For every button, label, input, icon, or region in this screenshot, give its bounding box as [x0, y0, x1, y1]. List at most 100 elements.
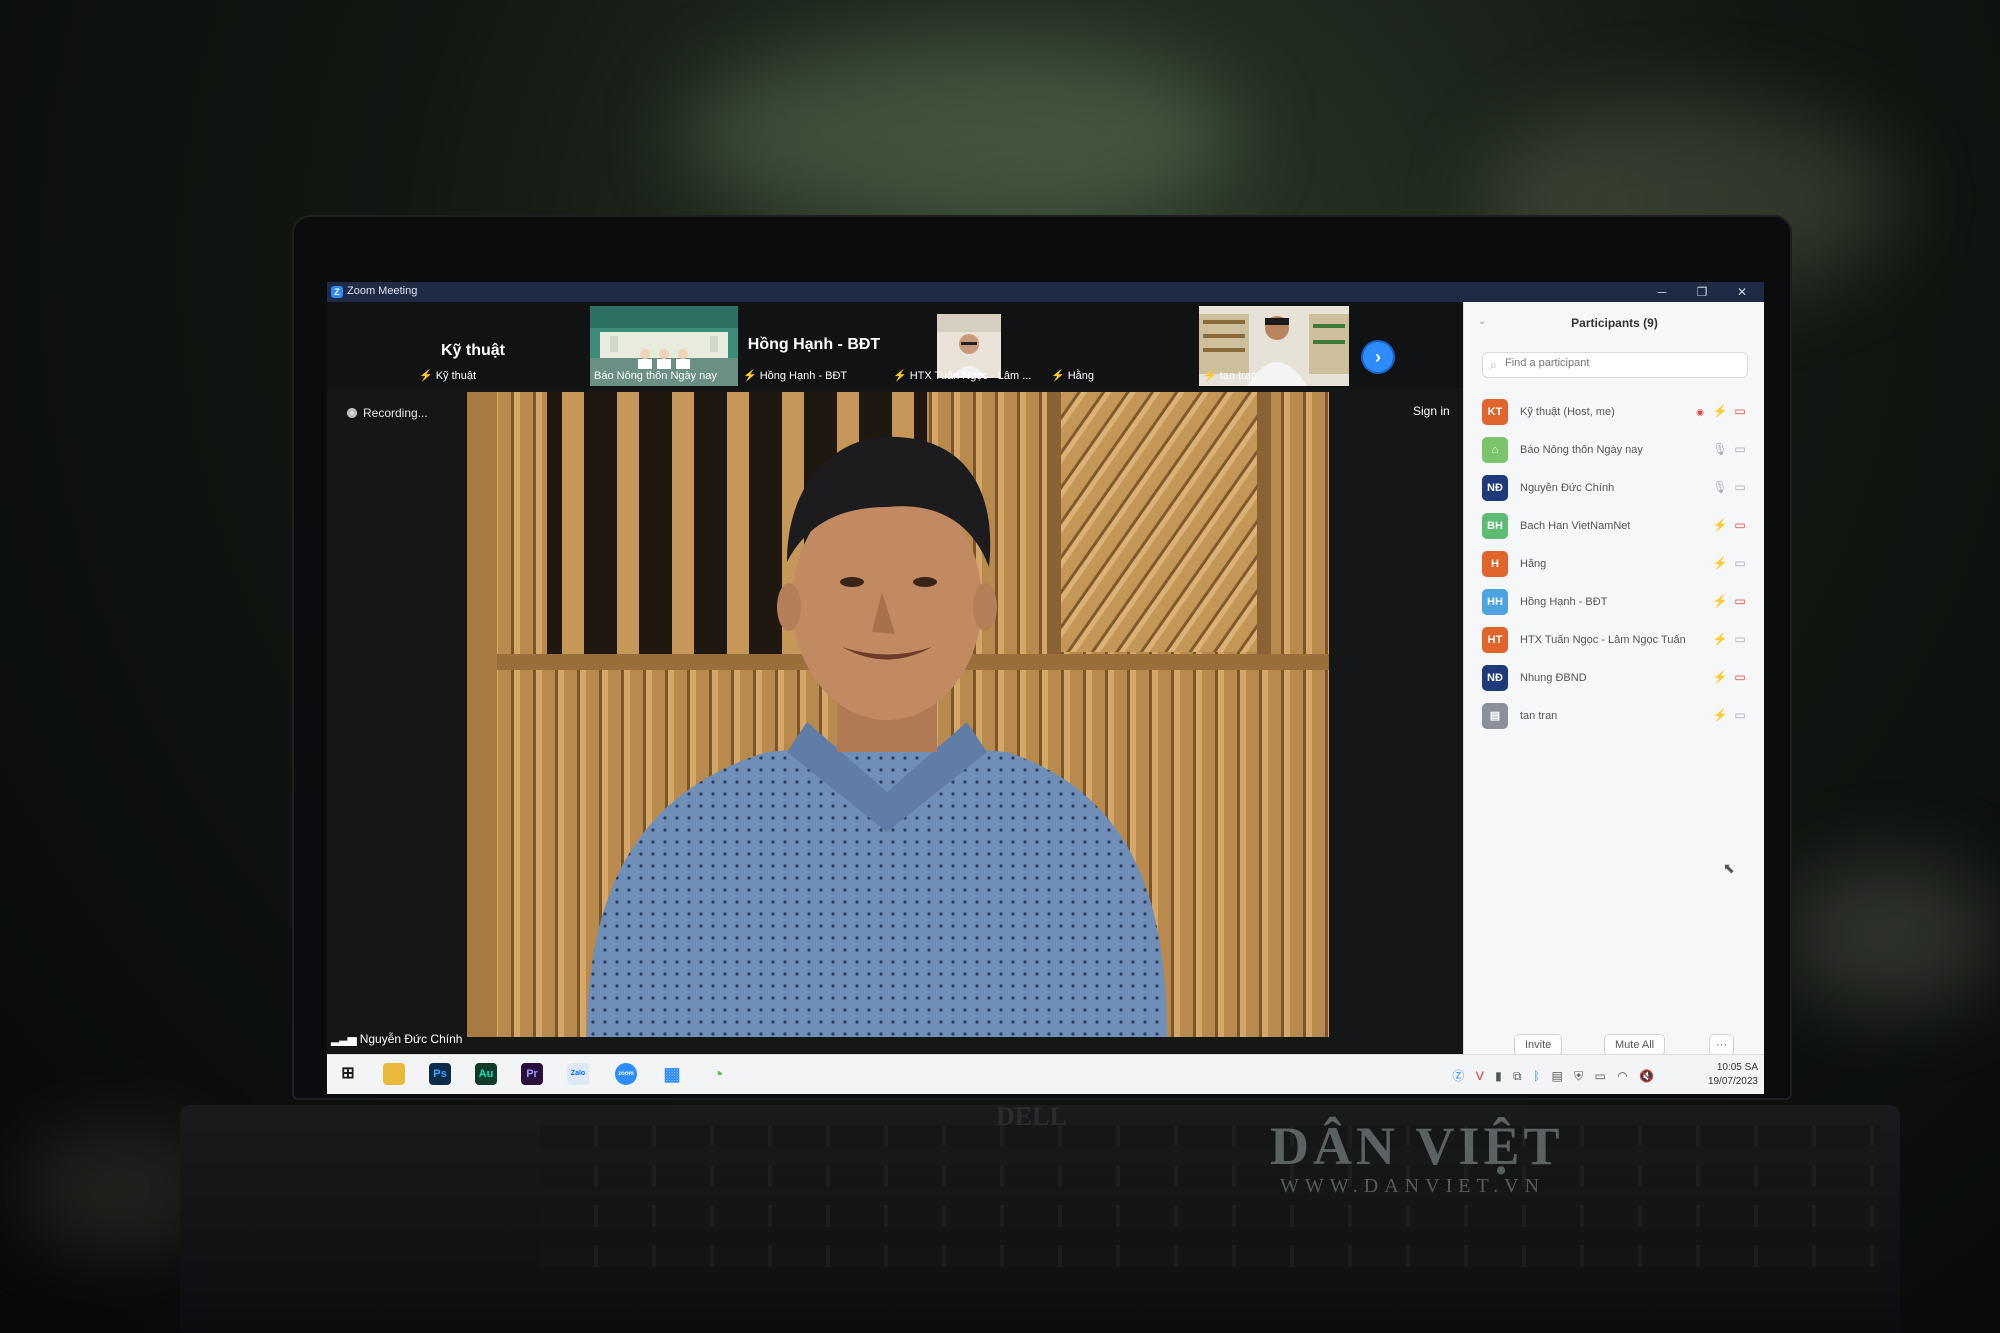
zalo-icon[interactable]: Zalo [567, 1063, 589, 1085]
avatar: NĐ [1482, 665, 1508, 691]
security-shield-icon[interactable]: ⛨ [1574, 1069, 1583, 1083]
thumbnail-tile[interactable]: Kỹ thuật ⚡ Kỹ thuật [415, 306, 531, 386]
participant-row[interactable]: BH Bach Han VietNamNet ⚡ ▭ [1482, 508, 1752, 546]
participant-name: tan tran [1520, 710, 1558, 722]
video-icon[interactable]: ▭ [1732, 480, 1748, 494]
search-icon: ⌕ [1490, 358, 1497, 372]
system-tray: Ⓩ V ▮ ⧉ ᛒ ▤ ⛨ ▭ ◠ 🔇 [1444, 1067, 1654, 1084]
video-icon[interactable]: ▭ [1732, 632, 1748, 646]
mic-muted-icon[interactable]: ⚡ [1712, 670, 1728, 684]
battery-icon[interactable]: ▭ [1595, 1069, 1606, 1083]
chat-icon[interactable]: ▤ [1551, 1069, 1562, 1083]
participant-row[interactable]: ⌂ Báo Nông thôn Ngày nay 🎙 ▭ [1482, 432, 1752, 470]
next-page-button[interactable]: › [1363, 342, 1393, 372]
clock-date: 19/07/2023 [1707, 1076, 1758, 1087]
mouse-cursor: ⬉ [1723, 860, 1735, 876]
audition-icon[interactable]: Au [475, 1063, 497, 1085]
search-input[interactable] [1505, 357, 1735, 369]
participant-status: ◉ ⚡ ▭ [1688, 404, 1748, 418]
video-off-icon[interactable]: ▭ [1732, 404, 1748, 418]
mic-muted-icon: ⚡ [419, 370, 433, 382]
participant-status: 🎙 ▭ [1708, 442, 1748, 456]
video-icon[interactable]: ▭ [1732, 442, 1748, 456]
thumbnail-tile[interactable]: ⚡ HTX Tuấn Ngọc - Lâm ... [889, 306, 1031, 386]
thumbnail-tile[interactable]: Báo Nông thôn Ngày nay [590, 306, 738, 386]
thumbnail-tile[interactable]: ⚡ tan tran [1199, 306, 1349, 386]
participant-search[interactable]: ⌕ [1482, 352, 1748, 378]
avatar: KT [1482, 399, 1508, 425]
video-off-icon[interactable]: ▭ [1732, 670, 1748, 684]
mic-muted-icon[interactable]: ⚡ [1712, 404, 1728, 418]
close-button[interactable]: ✕ [1722, 283, 1762, 301]
zoom-app-icon: Z [331, 286, 343, 298]
mic-muted-icon[interactable]: ⚡ [1712, 632, 1728, 646]
avatar: NĐ [1482, 475, 1508, 501]
video-icon[interactable]: ▭ [1732, 708, 1748, 722]
participant-row[interactable]: HT HTX Tuấn Ngọc - Lâm Ngọc Tuấn ⚡ ▭ [1482, 622, 1752, 660]
avatar: ⌂ [1482, 437, 1508, 463]
avatar: HT [1482, 627, 1508, 653]
avatar: HH [1482, 589, 1508, 615]
participant-row[interactable]: HH Hồng Hạnh - BĐT ⚡ ▭ [1482, 584, 1752, 622]
antivirus-icon[interactable]: V [1476, 1069, 1484, 1083]
participant-row[interactable]: KT Kỹ thuật (Host, me) ◉ ⚡ ▭ [1482, 394, 1752, 432]
mic-muted-icon: ⚡ [1051, 370, 1065, 382]
volume-muted-icon[interactable]: 🔇 [1639, 1069, 1654, 1083]
invite-button[interactable]: Invite [1514, 1034, 1563, 1056]
participant-status: ⚡ ▭ [1708, 670, 1748, 684]
participant-status: ⚡ ▭ [1708, 594, 1748, 608]
participant-status: ⚡ ▭ [1708, 632, 1748, 646]
zoom-tray-icon[interactable]: Ⓩ [1452, 1069, 1464, 1083]
sign-in-link[interactable]: Sign in [1413, 404, 1450, 418]
system-clock[interactable]: 10:05 SA 19/07/2023 [1688, 1061, 1758, 1089]
more-options-button[interactable]: ··· [1709, 1034, 1734, 1056]
maximize-button[interactable]: ❐ [1682, 283, 1722, 301]
zoom-icon[interactable]: zoom [615, 1063, 637, 1085]
apps-grid-icon[interactable]: ▦ [661, 1063, 683, 1085]
participant-row[interactable]: NĐ Nguyễn Đức Chính 🎙 ▭ [1482, 470, 1752, 508]
keyboard-row [540, 1205, 1880, 1227]
speaker-video-frame [467, 392, 1329, 1037]
participant-row[interactable]: H Hằng ⚡ ▭ [1482, 546, 1752, 584]
participant-row[interactable]: NĐ Nhung ĐBND ⚡ ▭ [1482, 660, 1752, 698]
photoshop-icon[interactable]: Ps [429, 1063, 451, 1085]
coc-coc-icon[interactable]: ◔ [707, 1063, 729, 1085]
tile-name: Hồng Hạnh - BĐT [747, 336, 881, 353]
file-explorer-icon[interactable] [383, 1063, 405, 1085]
usb-icon[interactable]: ▮ [1495, 1069, 1502, 1083]
mic-muted-icon[interactable]: ⚡ [1712, 518, 1728, 532]
tile-name: Kỹ thuật [441, 342, 505, 359]
bluetooth-icon[interactable]: ᛒ [1533, 1069, 1540, 1083]
participant-name: Hằng [1520, 558, 1547, 570]
mic-muted-icon: ⚡ [743, 370, 757, 382]
participant-row[interactable]: ▤ tan tran ⚡ ▭ [1482, 698, 1752, 736]
mic-muted-icon[interactable]: ⚡ [1712, 556, 1728, 570]
participant-status: 🎙 ▭ [1708, 480, 1748, 494]
participant-name: Nguyễn Đức Chính [1520, 482, 1615, 494]
participant-status: ⚡ ▭ [1708, 556, 1748, 570]
mic-muted-icon[interactable]: ⚡ [1712, 594, 1728, 608]
participant-name: Báo Nông thôn Ngày nay [1520, 444, 1643, 456]
premiere-icon[interactable]: Pr [521, 1063, 543, 1085]
thumbnail-tile[interactable]: ⚡ Hằng [1047, 306, 1167, 386]
wifi-icon[interactable]: ◠ [1617, 1069, 1627, 1083]
mic-muted-icon[interactable]: ⚡ [1712, 708, 1728, 722]
mute-all-button[interactable]: Mute All [1604, 1034, 1666, 1056]
video-off-icon[interactable]: ▭ [1732, 594, 1748, 608]
avatar: BH [1482, 513, 1508, 539]
minimize-button[interactable]: ─ [1642, 283, 1682, 301]
mic-icon[interactable]: 🎙 [1712, 442, 1728, 456]
connection-strength-icon: ▂▃▅ [331, 1032, 357, 1046]
video-off-icon[interactable]: ▭ [1732, 518, 1748, 532]
windows-start-icon[interactable]: ⊞ [337, 1063, 359, 1085]
video-icon[interactable]: ▭ [1732, 556, 1748, 570]
keyboard-row [540, 1245, 1880, 1267]
participants-title: Participants (9) [1571, 316, 1658, 330]
recording-indicator[interactable]: Recording... [347, 406, 428, 420]
background-light [1780, 860, 2000, 1010]
mic-icon[interactable]: 🎙 [1712, 480, 1728, 494]
avatar: ▤ [1482, 703, 1508, 729]
network-share-icon[interactable]: ⧉ [1513, 1069, 1522, 1083]
participant-status: ⚡ ▭ [1708, 518, 1748, 532]
thumbnail-tile[interactable]: Hồng Hạnh - BĐT ⚡ Hồng Hạnh - BĐT [739, 306, 889, 386]
